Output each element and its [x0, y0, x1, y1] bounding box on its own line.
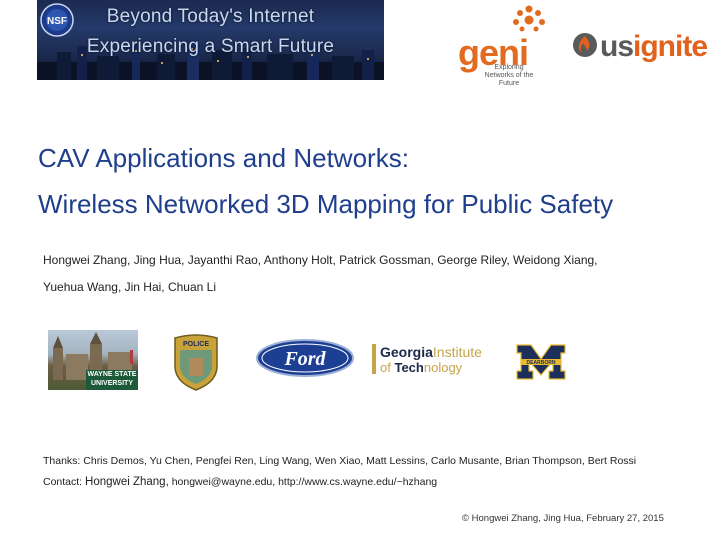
geni-logo: geni Exploring Networks of the Future — [453, 4, 563, 87]
banner-line-1: Beyond Today's Internet — [106, 6, 315, 27]
michigan-dearborn-label: DEARBORN — [527, 360, 556, 366]
ignite-flame-icon — [573, 33, 597, 57]
geni-tagline: Exploring Networks of the Future — [484, 64, 534, 87]
ford-wordmark: Ford — [283, 348, 326, 370]
gatech-line-2: of Technology — [380, 360, 463, 375]
contact-name: Hongwei Zhang, — [85, 476, 169, 488]
usignite-wordmark: usignite — [600, 30, 708, 64]
title-line-2: Wireless Networked 3D Mapping for Public… — [38, 189, 614, 219]
usignite-prefix: us — [600, 30, 634, 63]
banner-line-2: Experiencing a Smart Future — [86, 36, 335, 57]
police-badge-logo: POLICE — [174, 334, 218, 391]
wsu-label: WAYNE STATE UNIVERSITY — [86, 370, 138, 390]
authors-line-2: Yuehua Wang, Jin Hai, Chuan Li — [43, 280, 216, 294]
copyright-notice: © Hongwei Zhang, Jing Hua, February 27, … — [462, 513, 664, 524]
usignite-logo: usignite — [572, 28, 712, 68]
usignite-ignite: ignite — [633, 30, 708, 63]
title-line-1: CAV Applications and Networks: — [38, 143, 409, 173]
contact-details: hongwei@wayne.edu, http://www.cs.wayne.e… — [168, 476, 438, 488]
georgia-tech-logo: GeorgiaInstitute of Technology — [370, 342, 510, 376]
banner-image: NSF Beyond Today's Internet Experiencing… — [37, 0, 384, 80]
michigan-dearborn-logo: DEARBORN — [516, 344, 566, 380]
authors-line-1: Hongwei Zhang, Jing Hua, Jayanthi Rao, A… — [43, 253, 598, 267]
thanks-line: Thanks: Chris Demos, Yu Chen, Pengfei Re… — [43, 455, 637, 467]
wayne-state-logo: WAYNE STATE UNIVERSITY — [48, 330, 138, 390]
tech-tower-icon — [372, 344, 376, 374]
police-label: POLICE — [183, 341, 209, 348]
ford-logo: Ford — [256, 339, 354, 377]
contact-label: Contact: — [43, 476, 86, 488]
contact-line: Contact: Hongwei Zhang, hongwei@wayne.ed… — [43, 476, 437, 488]
gatech-line-1: GeorgiaInstitute — [380, 344, 482, 360]
